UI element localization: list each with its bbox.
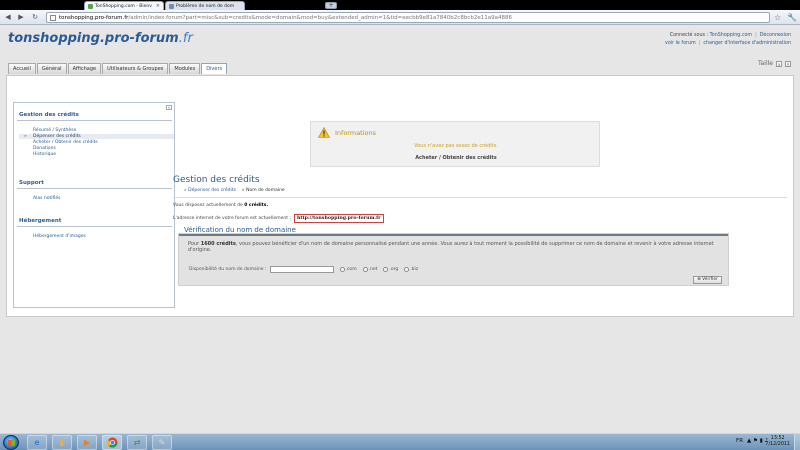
sidebar-item-alas[interactable]: Alas notifiés [33, 196, 60, 201]
divider [17, 226, 172, 227]
url-host: tonshopping.pro-forum.fr [59, 14, 129, 21]
site-logo[interactable]: tonshopping.pro-forum.fr [8, 31, 193, 46]
forum-favicon-icon [169, 3, 174, 9]
taskbar-explorer-icon[interactable]: ▮ [52, 435, 72, 450]
sidebar-item-images[interactable]: Hébergement d'images [33, 234, 86, 239]
tld-radio-org[interactable]: .org [383, 267, 398, 272]
browser-tab-strip: TonShopping.com - Bienv × Problème de no… [0, 0, 800, 10]
clock[interactable]: 13:52 7/12/2011 [765, 436, 790, 448]
breadcrumb-domain: » Nom de domaine [241, 188, 285, 193]
admin-nav-tabs: Accueil Général Affichage Utilisateurs &… [8, 63, 228, 74]
system-tray: FR ▲ ⚑ ▮ ♪ [736, 438, 768, 444]
bookmark-star-icon[interactable]: ☆ [774, 13, 781, 22]
address-label: L'adresse internet de votre forum est ac… [173, 216, 291, 221]
redacted-tab [246, 2, 322, 9]
warning-icon [318, 127, 330, 138]
domain-field-label: Disponibilité du nom de domaine : [189, 267, 267, 272]
taskbar-network-icon[interactable]: ⇄ [127, 435, 147, 450]
sidebar-item-resume[interactable]: Résumé / Synthèse [33, 128, 76, 133]
username-link[interactable]: TonShopping.com [710, 33, 752, 38]
domain-row: Disponibilité du nom de domaine : .com .… [189, 266, 418, 273]
taskbar-paint-icon[interactable]: ✎ [152, 435, 172, 450]
credits-value: 0 crédits. [244, 203, 269, 208]
divider [173, 197, 787, 198]
back-button[interactable]: ◀ [3, 13, 13, 22]
divider [17, 120, 172, 121]
taskbar-ie-icon[interactable]: e [27, 435, 47, 450]
wrench-menu-icon[interactable]: 🔧 [787, 13, 797, 22]
view-forum-link[interactable]: voir le forum [665, 41, 696, 46]
browser-toolbar: ◀ ▶ ↻ tonshopping.pro-forum.fr/admin/ind… [0, 10, 800, 25]
user-box: Connecté sous : TonShopping.com | Déconnex… [665, 33, 791, 46]
page-icon [50, 15, 56, 21]
tab-general[interactable]: Général [36, 63, 67, 74]
url-path: /admin/index.forum?part=misc&sub=credits… [128, 14, 512, 21]
info-title: Informations [335, 129, 377, 137]
forum-address: L'adresse internet de votre forum est ac… [173, 214, 384, 223]
credits-text: Vous disposez actuellement de [173, 203, 245, 208]
sidebar-item-donations[interactable]: Donations [33, 146, 56, 151]
box-top-bar [179, 234, 728, 236]
clock-date: 7/12/2011 [765, 442, 790, 447]
text-size-small-button[interactable]: a [776, 60, 782, 67]
page-title: Gestion des crédits [173, 175, 260, 185]
tab-accueil[interactable]: Accueil [8, 63, 36, 74]
divider [17, 188, 172, 189]
info-message: Vous n'avez pas assez de crédits. [414, 143, 498, 149]
verification-box: Pour 1600 crédits, vous pouvez bénéficie… [178, 233, 729, 286]
taskbar-chrome-icon[interactable] [102, 435, 122, 450]
tab-divers[interactable]: Divers [201, 63, 228, 74]
logo-tld: .fr [178, 31, 193, 46]
verification-description: Pour 1600 crédits, vous pouvez bénéficie… [188, 241, 714, 254]
tab-modules[interactable]: Modules [169, 63, 201, 74]
domain-name-input[interactable] [269, 266, 334, 273]
address-bar[interactable]: tonshopping.pro-forum.fr/admin/index.for… [46, 12, 770, 23]
language-indicator[interactable]: FR [736, 438, 743, 444]
tld-radio-com[interactable]: .com [339, 267, 357, 272]
plus-circle-icon: ⊕ [697, 277, 701, 282]
sidebar-section-credits: Gestion des crédits [19, 112, 79, 118]
breadcrumb-depenser[interactable]: » Dépenser des crédits [184, 188, 236, 193]
buy-credits-link[interactable]: Acheter / Obtenir des crédits [311, 155, 601, 161]
close-tab-icon[interactable]: × [156, 3, 160, 9]
logout-link[interactable]: Déconnexion [760, 33, 791, 38]
admin-page: tonshopping.pro-forum.fr Connecté sous :… [0, 25, 800, 433]
browser-tab-title: TonShopping.com - Bienv [95, 3, 152, 9]
breadcrumb: » Dépenser des crédits » Nom de domaine [184, 188, 285, 193]
start-button[interactable] [3, 435, 19, 450]
connected-label: Connecté sous : [669, 33, 710, 38]
windows-taskbar: e ▮ ▶ ⇄ ✎ FR ▲ ⚑ ▮ ♪ 13:52 7/12/2011 [0, 433, 800, 450]
sidebar-item-acheter[interactable]: Acheter / Obtenir des crédits [33, 140, 98, 145]
forum-favicon-icon [88, 3, 93, 9]
show-desktop-button[interactable] [794, 434, 800, 450]
tab-affichage[interactable]: Affichage [67, 63, 102, 74]
info-box: Informations Vous n'avez pas assez de cr… [310, 121, 600, 167]
change-interface-link[interactable]: changer d'interface d'administration [703, 41, 791, 46]
taille-label: Taille [757, 60, 773, 67]
sidebar-item-historique[interactable]: Historique [33, 152, 56, 157]
collapse-sidebar-icon[interactable]: « [166, 105, 172, 110]
verify-button-label: Vérifier [701, 277, 718, 282]
browser-tab-title: Problème de nom de dom [176, 3, 235, 9]
tld-radio-net[interactable]: .net [362, 267, 377, 272]
sidebar-section-support: Support [19, 180, 44, 186]
text-size-large-button[interactable]: A [785, 60, 791, 67]
address-value: http://tonshopping.pro-forum.fr [293, 214, 384, 223]
verify-button[interactable]: ⊕ Vérifier [693, 276, 722, 284]
taskbar-media-player-icon[interactable]: ▶ [77, 435, 97, 450]
tld-radio-biz[interactable]: .biz [404, 267, 418, 272]
reload-button[interactable]: ↻ [30, 13, 40, 22]
forward-button[interactable]: ▶ [16, 13, 26, 22]
browser-tab-problem[interactable]: Problème de nom de dom [165, 1, 245, 10]
tab-utilisateurs-groupes[interactable]: Utilisateurs & Groupes [102, 63, 169, 74]
sidebar-section-hebergement: Hébergement [19, 218, 62, 224]
credits-status: Vous disposez actuellement de 0 crédits. [173, 203, 268, 208]
content-panel: « Gestion des crédits Résumé / Synthèse … [6, 75, 794, 317]
logo-main: tonshopping.pro-forum [8, 31, 179, 46]
new-tab-button[interactable]: + [325, 2, 337, 9]
text-size-control: Taille a A [758, 60, 791, 67]
browser-tab-forum[interactable]: TonShopping.com - Bienv × [84, 1, 164, 10]
sidebar: « Gestion des crédits Résumé / Synthèse … [13, 102, 175, 308]
sidebar-item-depenser[interactable]: Dépenser des crédits [19, 134, 174, 139]
